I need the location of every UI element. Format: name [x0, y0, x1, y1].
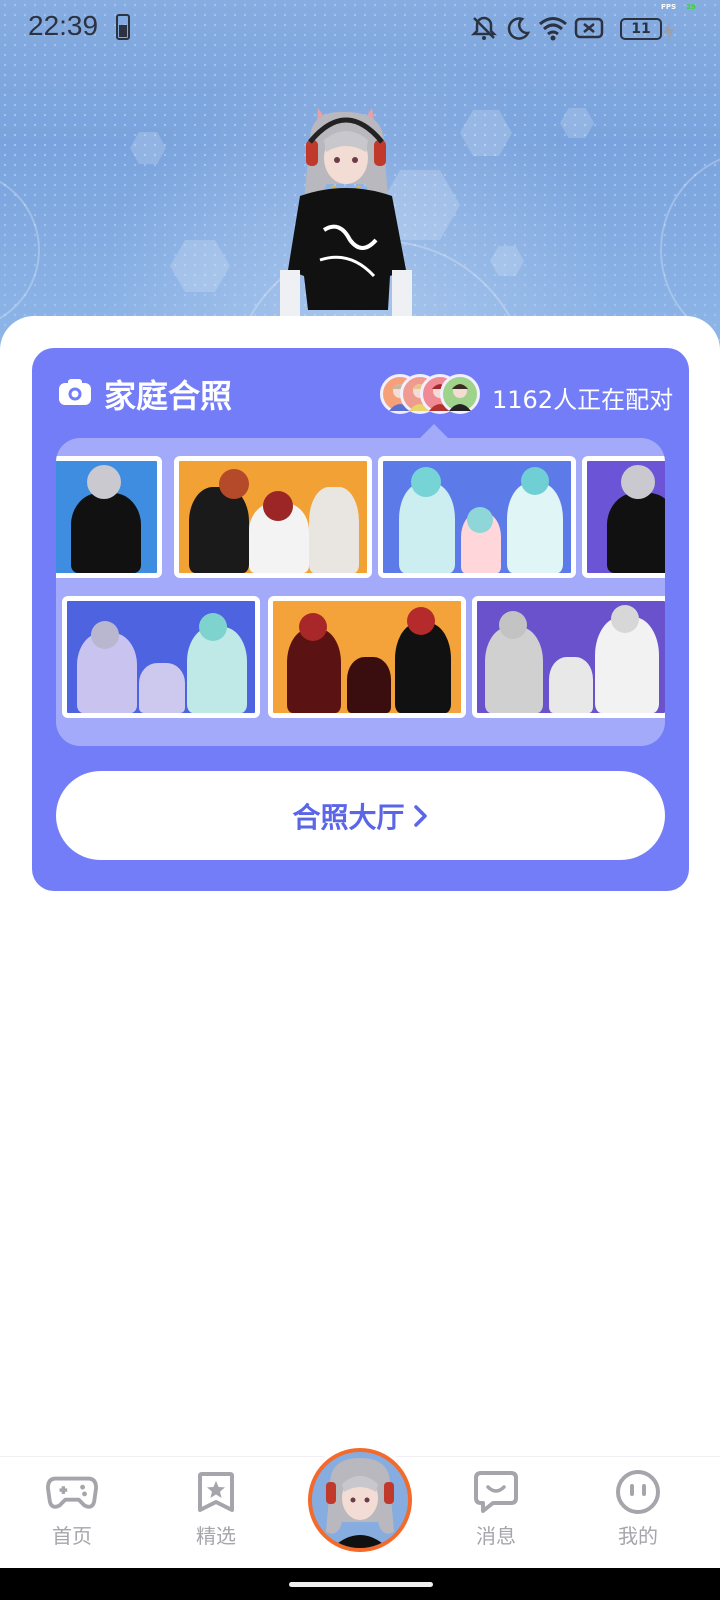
ring-decoration	[0, 170, 40, 330]
figure	[507, 483, 563, 573]
battery-icon: 11	[620, 18, 662, 40]
hex-decoration	[560, 108, 594, 138]
status-time: 22:39	[28, 10, 99, 41]
figure-head	[467, 507, 493, 533]
figure-head	[263, 491, 293, 521]
figure	[71, 493, 141, 573]
star-bookmark-icon	[190, 1470, 242, 1514]
nav-label-home: 首页	[52, 1524, 92, 1548]
moon-icon	[507, 17, 530, 40]
gallery-photo[interactable]	[62, 596, 260, 718]
figure	[347, 657, 391, 713]
figure-head	[299, 613, 327, 641]
avatar	[440, 374, 480, 414]
nav-label-messages: 消息	[476, 1524, 516, 1548]
figure	[287, 629, 341, 713]
pairing-avatars	[380, 374, 480, 416]
nav-item-me[interactable]: 我的	[588, 1470, 688, 1560]
gallery-photo[interactable]	[56, 456, 162, 578]
bell-off-icon	[470, 16, 498, 40]
gallery-photo[interactable]	[378, 456, 576, 578]
hex-decoration	[490, 246, 524, 276]
figure-head	[499, 611, 527, 639]
figure-head	[91, 621, 119, 649]
figure	[607, 493, 665, 573]
battery-saver-icon	[116, 14, 130, 40]
chevron-right-icon	[413, 804, 427, 827]
character-avatar[interactable]	[280, 100, 430, 330]
charging-bolt-icon	[664, 21, 674, 43]
figure	[549, 657, 593, 713]
hex-decoration	[130, 132, 166, 164]
figure-head	[621, 465, 655, 499]
photo-hall-label: 合照大厅	[292, 800, 405, 834]
figure-head	[407, 607, 435, 635]
gallery-photo[interactable]	[472, 596, 665, 718]
figure	[395, 623, 451, 713]
gallery-photo[interactable]	[582, 456, 665, 578]
photo-gallery[interactable]	[56, 438, 665, 746]
gallery-pointer	[420, 424, 448, 438]
profile-hero-banner: 22:39 11 FPS 29	[0, 0, 720, 360]
nav-label-me: 我的	[618, 1524, 658, 1548]
nav-label-featured: 精选	[196, 1524, 236, 1548]
center-avatar-button[interactable]	[304, 1444, 416, 1556]
figure-head	[521, 467, 549, 495]
figure-head	[611, 605, 639, 633]
face-icon	[612, 1470, 664, 1514]
camera-icon	[59, 379, 91, 405]
figure-head	[411, 467, 441, 497]
photo-hall-button[interactable]: 合照大厅	[56, 771, 665, 860]
nav-item-messages[interactable]: 消息	[446, 1470, 546, 1560]
figure-head	[87, 465, 121, 499]
fps-value: 29	[686, 3, 696, 11]
gamepad-icon	[46, 1470, 98, 1514]
home-indicator[interactable]	[289, 1582, 433, 1587]
figure-head	[199, 613, 227, 641]
no-sim-icon	[574, 17, 604, 39]
figure	[189, 487, 249, 573]
figure	[485, 627, 543, 713]
gallery-photo[interactable]	[268, 596, 466, 718]
gallery-photo[interactable]	[174, 456, 372, 578]
chat-smile-icon	[470, 1470, 522, 1514]
figure	[139, 663, 185, 713]
card-title: 家庭合照	[104, 377, 233, 415]
avatar	[308, 1448, 412, 1552]
nav-item-home[interactable]: 首页	[22, 1470, 122, 1560]
status-bar: 22:39 11 FPS 29	[0, 0, 720, 60]
fps-label: FPS	[661, 3, 676, 11]
hex-decoration	[170, 240, 230, 292]
wifi-icon	[539, 17, 567, 41]
hex-decoration	[460, 110, 512, 156]
battery-level: 11	[631, 21, 651, 37]
figure	[309, 487, 359, 573]
figure-head	[219, 469, 249, 499]
pairing-count-text: 1162人正在配对	[492, 386, 674, 414]
nav-item-featured[interactable]: 精选	[166, 1470, 266, 1560]
